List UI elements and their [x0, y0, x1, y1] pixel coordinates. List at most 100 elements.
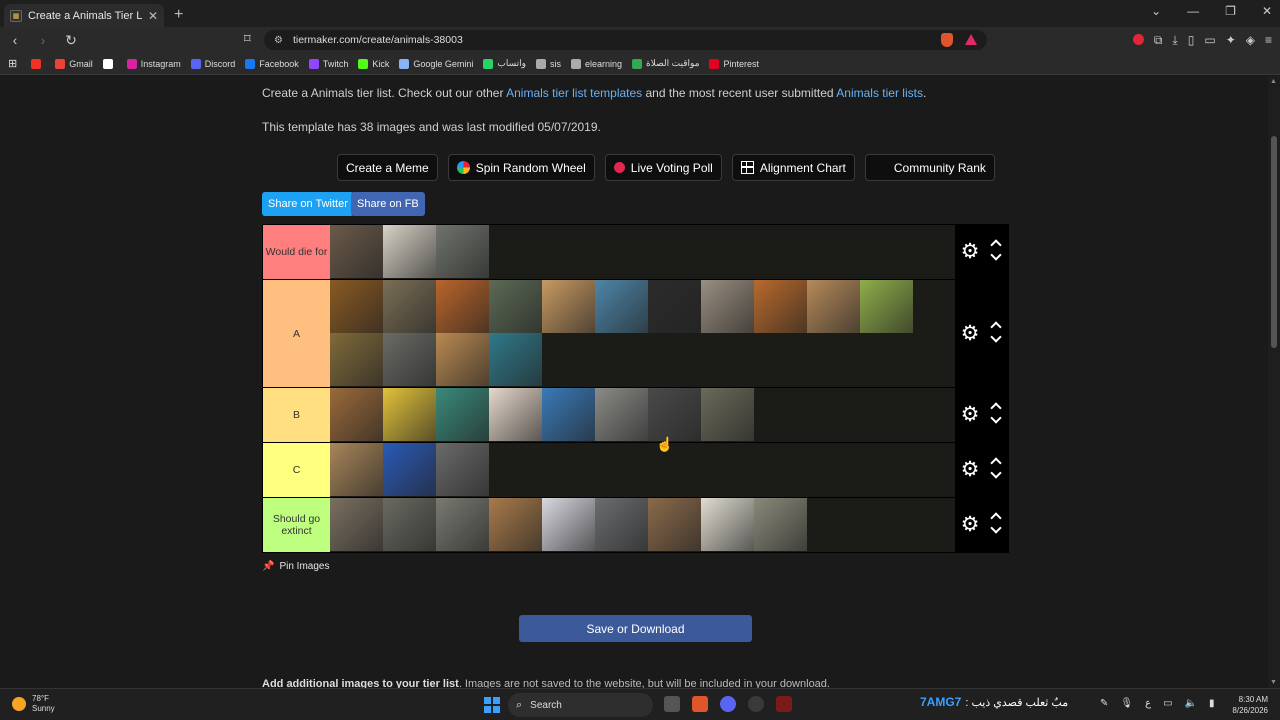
voting-poll-button[interactable]: Live Voting Poll	[604, 154, 722, 181]
clock[interactable]: 8:30 AM 8/26/2026	[1232, 694, 1268, 716]
puzzle-icon[interactable]: ⧉	[1154, 33, 1163, 48]
animal-image[interactable]	[436, 280, 489, 333]
browser-tab[interactable]: ▦ Create a Animals Tier List - TierM ✕	[4, 4, 164, 27]
animal-image[interactable]	[436, 333, 489, 386]
move-up-icon[interactable]	[990, 456, 1000, 466]
move-up-icon[interactable]	[990, 238, 1000, 248]
animal-image[interactable]	[701, 388, 754, 441]
animal-image[interactable]	[860, 280, 913, 333]
animal-image[interactable]	[330, 280, 383, 333]
animal-image[interactable]	[754, 498, 807, 551]
back-icon[interactable]: ‹	[8, 32, 22, 49]
forward-icon[interactable]: ›	[36, 32, 50, 49]
move-up-icon[interactable]	[990, 401, 1000, 411]
bookmark-item[interactable]: sis	[535, 58, 561, 69]
tier-label[interactable]: Would die for	[263, 225, 330, 279]
gear-icon[interactable]: ⚙	[959, 514, 981, 536]
bookmark-item[interactable]: Gmail	[55, 58, 93, 69]
share-twitter-button[interactable]: Share on Twitter	[262, 192, 354, 216]
animal-image[interactable]	[701, 498, 754, 551]
notification-tray-text[interactable]: 7AMG7 : مبٌ ثعلب قصدي ذيب	[920, 695, 1068, 709]
animal-image[interactable]	[648, 280, 701, 333]
scroll-down-icon[interactable]: ▼	[1270, 679, 1277, 686]
share-fb-button[interactable]: Share on FB	[351, 192, 425, 216]
move-down-icon[interactable]	[990, 334, 1000, 344]
animal-image[interactable]	[383, 388, 436, 441]
tier-lists-link[interactable]: Animals tier lists	[836, 86, 923, 100]
scroll-thumb[interactable]	[1271, 136, 1277, 348]
taskbar-search[interactable]: ⌕ Search	[508, 693, 653, 717]
scroll-up-icon[interactable]: ▲	[1270, 78, 1277, 85]
bookmark-item[interactable]: Pinterest	[709, 58, 759, 69]
tier-items[interactable]	[330, 225, 955, 279]
gear-icon[interactable]: ⚙	[959, 241, 981, 263]
animal-image[interactable]	[330, 498, 383, 551]
gear-icon[interactable]: ⚙	[959, 459, 981, 481]
address-bar[interactable]: ⚙ tiermaker.com/create/animals-38003	[264, 30, 987, 50]
tier-label[interactable]: A	[263, 280, 330, 387]
pen-icon[interactable]: ✎	[1100, 698, 1108, 709]
move-down-icon[interactable]	[990, 525, 1000, 535]
gear-icon[interactable]: ⚙	[959, 322, 981, 345]
sidebar-icon[interactable]: ▯	[1188, 33, 1195, 48]
extension-icon[interactable]	[1132, 34, 1144, 45]
animal-image[interactable]	[595, 280, 648, 333]
tier-label[interactable]: Should go extinct	[263, 498, 330, 552]
new-tab-button[interactable]: +	[174, 6, 183, 24]
animal-image[interactable]	[383, 443, 436, 496]
animal-image[interactable]	[489, 388, 542, 441]
bookmark-item[interactable]: Facebook	[245, 58, 299, 69]
bookmark-item[interactable]: Discord	[190, 58, 235, 69]
tier-items[interactable]	[330, 388, 955, 442]
steam-app-icon[interactable]	[748, 696, 764, 712]
tier-items[interactable]	[330, 280, 955, 387]
bookmark-item[interactable]: Google Gemini	[399, 58, 473, 69]
page-scrollbar[interactable]: ▲ ▼	[1268, 76, 1280, 688]
site-info-icon[interactable]: ⚙	[274, 35, 283, 46]
animal-image[interactable]	[330, 388, 383, 441]
animal-image[interactable]	[383, 225, 436, 278]
brave-app-icon[interactable]	[692, 696, 708, 712]
bookmark-item[interactable]: Twitch	[308, 58, 348, 69]
bookmark-item[interactable]: Instagram	[126, 58, 181, 69]
animal-image[interactable]	[648, 388, 701, 441]
bookmark-page-icon[interactable]: ⌑	[244, 31, 251, 47]
animal-image[interactable]	[330, 225, 383, 278]
animal-image[interactable]	[807, 280, 860, 333]
animal-image[interactable]	[754, 280, 807, 333]
templates-link[interactable]: Animals tier list templates	[506, 86, 642, 100]
create-meme-button[interactable]: Create a Meme	[337, 154, 438, 181]
move-down-icon[interactable]	[990, 470, 1000, 480]
animal-image[interactable]	[383, 280, 436, 333]
app-icon[interactable]	[776, 696, 792, 712]
move-down-icon[interactable]	[990, 252, 1000, 262]
animal-image[interactable]	[436, 498, 489, 551]
tier-label[interactable]: C	[263, 443, 330, 497]
animal-image[interactable]	[383, 498, 436, 551]
bookmark-item[interactable]: Kick	[358, 58, 389, 69]
battery-icon[interactable]: ▮	[1209, 698, 1215, 709]
animal-image[interactable]	[330, 333, 383, 386]
community-rank-button[interactable]: Community Rank	[864, 154, 995, 181]
animal-image[interactable]	[595, 388, 648, 441]
display-icon[interactable]: ▭	[1163, 698, 1172, 709]
move-up-icon[interactable]	[990, 511, 1000, 521]
gear-icon[interactable]: ⚙	[959, 404, 981, 426]
animal-image[interactable]	[436, 225, 489, 278]
animal-image[interactable]	[489, 333, 542, 386]
discord-app-icon[interactable]	[720, 696, 736, 712]
bookmark-item[interactable]	[31, 58, 45, 69]
save-download-button[interactable]: Save or Download	[519, 615, 752, 642]
close-window-icon[interactable]: ✕	[1262, 4, 1272, 18]
animal-image[interactable]	[595, 498, 648, 551]
animal-image[interactable]	[648, 498, 701, 551]
bookmark-item[interactable]: elearning	[570, 58, 622, 69]
brave-shield-icon[interactable]	[941, 33, 953, 47]
animal-image[interactable]	[701, 280, 754, 333]
weather-widget[interactable]: 78°F Sunny	[12, 694, 55, 714]
bookmark-item[interactable]: مواقيت الصلاة	[632, 58, 699, 69]
move-up-icon[interactable]	[990, 320, 1000, 330]
language-icon[interactable]: ع	[1145, 698, 1151, 709]
task-view-icon[interactable]	[664, 696, 680, 712]
menu-icon[interactable]: ≡	[1265, 33, 1272, 48]
